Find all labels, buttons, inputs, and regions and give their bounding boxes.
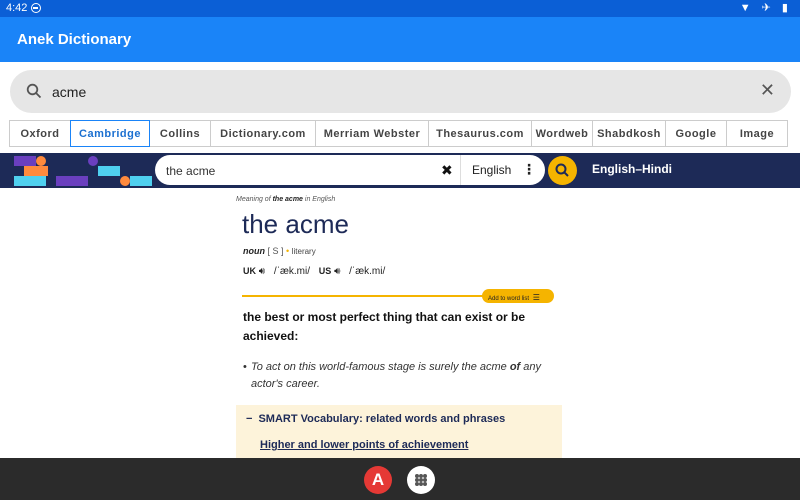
example-sentence: • To act on this world-famous stage is s… <box>243 359 543 393</box>
search-input[interactable]: acme <box>52 84 86 100</box>
part-of-speech: noun [ S ] • literary <box>243 246 316 256</box>
status-bar: 4:42 ▼ ✈ ▮ <box>0 0 800 17</box>
example-text: To act on this world-famous stage is sur… <box>251 359 543 393</box>
tab-dictionary-com[interactable]: Dictionary.com <box>210 120 316 147</box>
bottom-nav-bar: A <box>0 458 800 500</box>
tab-merriam-webster[interactable]: Merriam Webster <box>315 120 429 147</box>
collapse-icon[interactable]: − <box>246 413 252 425</box>
do-not-disturb-icon <box>31 3 41 13</box>
us-label: US <box>318 266 332 276</box>
grammar-code: [ S ] <box>267 246 284 256</box>
us-ipa: /ˈæk.mi/ <box>349 266 386 277</box>
smart-vocab-header[interactable]: − SMART Vocabulary: related words and phr… <box>246 413 505 425</box>
cambridge-search-input[interactable]: the acme <box>166 164 215 178</box>
crumb-word: the acme <box>272 196 303 203</box>
app-shortcut-icon[interactable]: A <box>364 466 392 494</box>
language-selector[interactable]: English <box>472 163 511 177</box>
us-audio-icon[interactable]: 🔊︎ <box>334 266 340 277</box>
breadcrumb: Meaning of the acme in English <box>236 196 335 203</box>
more-options-icon[interactable]: ⋮ <box>522 161 536 178</box>
cambridge-search-box[interactable]: the acme ✖ English ⋮ <box>155 155 545 185</box>
divider-line <box>242 295 487 297</box>
app-bar: Anek Dictionary <box>0 17 800 62</box>
clear-search-icon[interactable]: ✕ <box>760 80 775 101</box>
dictionary-selector[interactable]: English–Hindi <box>592 162 672 176</box>
status-time: 4:42 <box>6 2 28 14</box>
tab-google[interactable]: Google <box>665 120 727 147</box>
tab-wordweb[interactable]: Wordweb <box>531 120 593 147</box>
tab-cambridge[interactable]: Cambridge <box>70 120 150 147</box>
add-to-word-list-button[interactable]: Add to word list ☰ <box>482 289 554 303</box>
register-label: literary <box>291 247 316 256</box>
uk-ipa: /ˈæk.mi/ <box>273 266 310 277</box>
search-bar[interactable]: acme ✕ <box>10 70 791 113</box>
search-icon <box>555 163 569 177</box>
tab-thesaurus-com[interactable]: Thesaurus.com <box>428 120 532 147</box>
dictionary-tabs: Oxford Cambridge Collins Dictionary.com Merr… <box>9 120 788 147</box>
smart-vocabulary-panel: − SMART Vocabulary: related words and phr… <box>236 405 562 458</box>
example-bold: of <box>509 361 521 373</box>
tab-image[interactable]: Image <box>726 120 788 147</box>
tab-shabdkosh[interactable]: Shabdkosh <box>592 120 666 147</box>
entry-content: Meaning of the acme in English the acme … <box>0 188 800 458</box>
bullet: • <box>243 361 247 373</box>
pos-label: noun <box>243 246 265 256</box>
pronunciation: UK 🔊︎ /ˈæk.mi/ US 🔊︎ /ˈæk.mi/ <box>243 266 385 277</box>
definition: the best or most perfect thing that can … <box>243 310 526 343</box>
smart-vocab-title: SMART Vocabulary: related words and phra… <box>258 413 506 425</box>
tab-oxford[interactable]: Oxford <box>9 120 71 147</box>
status-icons: ▼ ✈ ▮ <box>739 2 792 14</box>
crumb-suffix: in English <box>302 196 336 203</box>
crumb-prefix: Meaning of <box>236 196 273 203</box>
search-icon <box>26 83 42 99</box>
list-icon: ☰ <box>532 293 540 302</box>
headword: the acme <box>242 209 349 239</box>
cambridge-header: the acme ✖ English ⋮ English–Hindi <box>0 153 800 188</box>
uk-label: UK <box>243 266 256 276</box>
add-to-word-list-label: Add to word list <box>488 296 530 302</box>
example-start: To act on this world-famous stage is sur… <box>251 361 510 373</box>
app-title: Anek Dictionary <box>17 31 132 48</box>
uk-audio-icon[interactable]: 🔊︎ <box>259 266 265 277</box>
cambridge-search-button[interactable] <box>548 156 577 185</box>
tab-collins[interactable]: Collins <box>149 120 211 147</box>
separator-dot: • <box>286 246 290 256</box>
smart-vocab-link[interactable]: Higher and lower points of achievement <box>260 439 468 451</box>
clear-icon[interactable]: ✖ <box>441 162 453 179</box>
divider <box>460 155 461 185</box>
app-drawer-icon[interactable] <box>407 466 435 494</box>
